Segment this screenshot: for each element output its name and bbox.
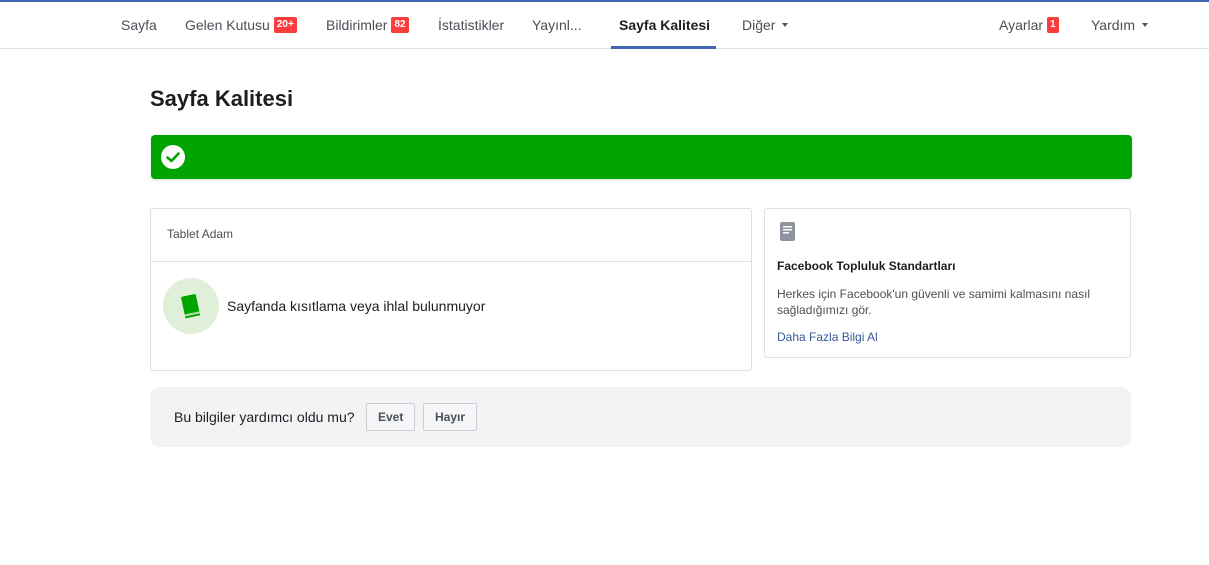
notifications-count-badge: 82 bbox=[391, 17, 409, 33]
nav-tab-more[interactable]: Diğer bbox=[742, 2, 789, 48]
book-icon bbox=[163, 278, 219, 334]
nav-tab-label: Gelen Kutusu bbox=[185, 17, 270, 33]
nav-tab-page-quality[interactable]: Sayfa Kalitesi bbox=[610, 2, 717, 49]
feedback-bar: Bu bilgiler yardımcı oldu mu? Evet Hayır bbox=[150, 387, 1131, 447]
page-title: Sayfa Kalitesi bbox=[150, 86, 294, 111]
nav-tab-notifications[interactable]: Bildirimler 82 bbox=[326, 2, 409, 48]
settings-count-badge: 1 bbox=[1047, 17, 1059, 33]
nav-tab-label: İstatistikler bbox=[438, 17, 505, 33]
learn-more-link[interactable]: Daha Fazla Bilgi Al bbox=[777, 330, 878, 344]
no-button[interactable]: Hayır bbox=[423, 403, 478, 431]
nav-tab-label: Yayınl... bbox=[532, 17, 582, 33]
community-standards-card: Facebook Topluluk Standartları Herkes iç… bbox=[764, 208, 1131, 358]
standards-description: Herkes için Facebook'un güvenli ve samim… bbox=[777, 287, 1091, 317]
nav-tab-label: Yardım bbox=[1091, 17, 1136, 33]
nav-tab-inbox[interactable]: Gelen Kutusu 20+ bbox=[185, 2, 297, 48]
status-banner bbox=[151, 135, 1132, 179]
no-violations-message: Sayfanda kısıtlama veya ihlal bulunmuyor bbox=[227, 298, 486, 314]
nav-tab-label: Bildirimler bbox=[326, 17, 388, 33]
nav-tab-insights[interactable]: İstatistikler bbox=[438, 2, 504, 48]
standards-title: Facebook Topluluk Standartları bbox=[777, 259, 956, 273]
nav-tab-label: Ayarlar bbox=[999, 17, 1044, 33]
nav-tab-page[interactable]: Sayfa bbox=[121, 2, 157, 48]
inbox-count-badge: 20+ bbox=[273, 17, 297, 33]
yes-button[interactable]: Evet bbox=[366, 403, 416, 431]
checkmark-icon bbox=[161, 145, 185, 169]
page-nav-bar: Sayfa Gelen Kutusu 20+ Bildirimler 82 İs… bbox=[0, 2, 1209, 49]
page-name: Tablet Adam bbox=[151, 209, 751, 262]
nav-tab-label: Sayfa bbox=[121, 17, 157, 33]
nav-tab-publishing[interactable]: Yayınl... bbox=[532, 2, 582, 48]
dropdown-caret-icon bbox=[1142, 23, 1149, 27]
page-status-card: Tablet Adam Sayfanda kısıtlama veya ihla… bbox=[150, 208, 752, 371]
nav-tab-label: Diğer bbox=[742, 17, 776, 33]
nav-tab-label: Sayfa Kalitesi bbox=[619, 17, 711, 33]
dropdown-caret-icon bbox=[782, 23, 789, 27]
nav-help[interactable]: Yardım bbox=[1091, 2, 1149, 48]
document-icon bbox=[779, 221, 797, 248]
feedback-question: Bu bilgiler yardımcı oldu mu? bbox=[174, 409, 355, 425]
nav-settings[interactable]: Ayarlar 1 bbox=[999, 2, 1059, 48]
